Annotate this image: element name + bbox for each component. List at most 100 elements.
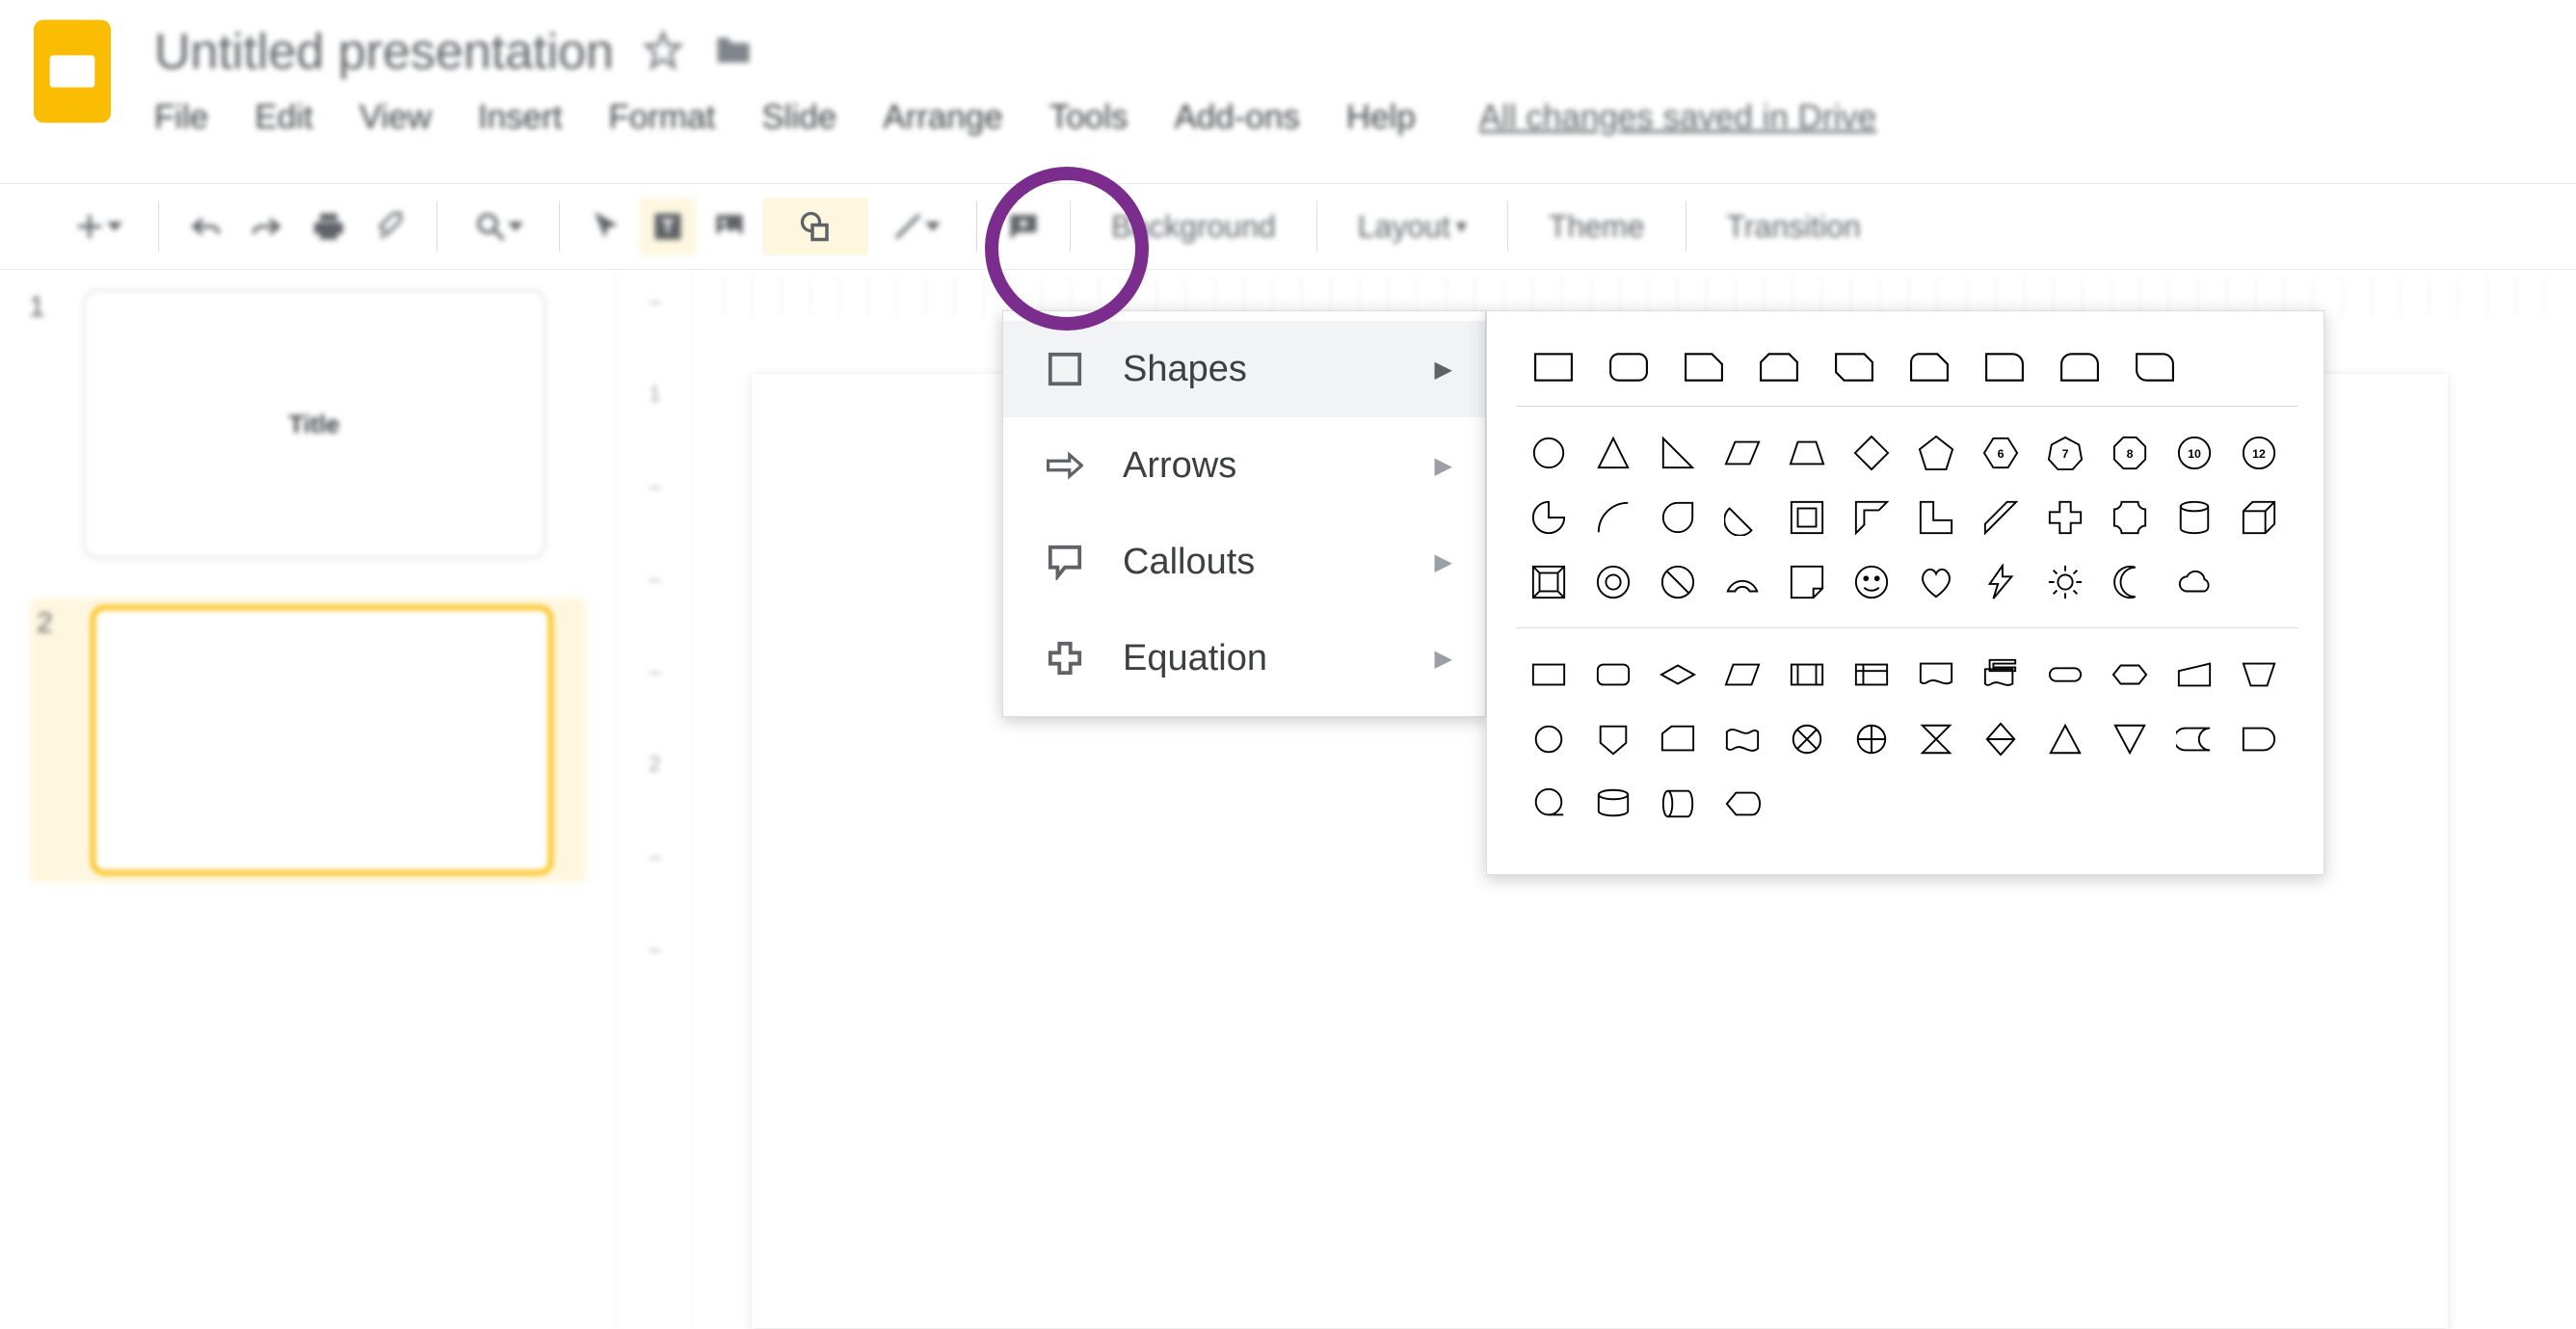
transition-button[interactable]: Transition [1704,198,1884,255]
shape-heart[interactable] [1903,549,1968,614]
shape-right-triangle[interactable] [1645,420,1710,485]
shape-menu-callouts[interactable]: Callouts ▶ [1003,514,1485,610]
drive-saved-status[interactable]: All changes saved in Drive [1479,98,1876,137]
shape-flow-merge[interactable] [2097,706,2162,771]
shape-flow-punched-tape[interactable] [1710,706,1774,771]
shape-flow-manual-input[interactable] [2162,642,2226,706]
star-icon[interactable] [643,30,683,75]
shape-flow-internal-storage[interactable] [1839,642,1903,706]
slide-panel[interactable]: 1 Title 2 [0,270,617,1329]
shape-flow-direct-access[interactable] [1645,771,1710,836]
shape-decagon[interactable]: 10 [2162,420,2226,485]
background-button[interactable]: Background [1088,198,1299,255]
new-slide-button[interactable] [54,198,141,255]
menu-format[interactable]: Format [609,98,716,137]
shape-pie[interactable] [1516,485,1580,549]
shape-flow-data[interactable] [1710,642,1774,706]
print-button[interactable] [300,198,358,255]
redo-button[interactable] [238,198,296,255]
shape-hexagon[interactable]: 6 [1968,420,2032,485]
shape-flow-manual-operation[interactable] [2226,642,2291,706]
shape-donut[interactable] [1580,549,1645,614]
shape-round-diag-corner[interactable] [2117,342,2192,392]
shape-snip-same-side[interactable] [1741,342,1817,392]
shape-oval[interactable] [1516,420,1580,485]
menu-tools[interactable]: Tools [1049,98,1129,137]
menu-edit[interactable]: Edit [254,98,312,137]
shape-no-symbol[interactable] [1645,549,1710,614]
shape-half-frame[interactable] [1839,485,1903,549]
undo-button[interactable] [176,198,234,255]
shape-flow-document[interactable] [1903,642,1968,706]
slide-thumbnail-2[interactable]: 2 [29,598,587,883]
menu-insert[interactable]: Insert [478,98,563,137]
shape-flow-display[interactable] [1710,771,1774,836]
layout-button[interactable]: Layout▾ [1335,198,1490,255]
shape-flow-predef-process[interactable] [1774,642,1839,706]
shape-snip-single-corner[interactable] [1666,342,1741,392]
shape-round-rectangle[interactable] [1591,342,1666,392]
paint-format-button[interactable] [361,198,419,255]
theme-button[interactable]: Theme [1526,198,1668,255]
shape-block-arc[interactable] [1710,549,1774,614]
shape-flow-card[interactable] [1645,706,1710,771]
shape-flow-alt-process[interactable] [1580,642,1645,706]
text-box-button[interactable] [639,198,697,255]
shape-can[interactable] [2162,485,2226,549]
shape-menu-equation[interactable]: Equation ▶ [1003,610,1485,706]
folder-icon[interactable] [712,29,755,76]
menu-addons[interactable]: Add-ons [1174,98,1299,137]
shape-plaque[interactable] [2097,485,2162,549]
shape-flow-stored-data[interactable] [2162,706,2226,771]
shape-moon[interactable] [2097,549,2162,614]
shape-menu-shapes[interactable]: Shapes ▶ [1003,321,1485,417]
shape-flow-or[interactable] [1839,706,1903,771]
menu-view[interactable]: View [359,98,432,137]
shape-flow-connector[interactable] [1516,706,1580,771]
shape-heptagon[interactable]: 7 [2032,420,2097,485]
shape-flow-multidocument[interactable] [1968,642,2032,706]
shape-cube[interactable] [2226,485,2291,549]
shape-plus[interactable] [2032,485,2097,549]
shape-frame[interactable] [1774,485,1839,549]
shape-pentagon[interactable] [1903,420,1968,485]
document-title[interactable]: Untitled presentation [154,23,614,81]
shape-teardrop[interactable] [1645,485,1710,549]
shape-rectangle[interactable] [1516,342,1591,392]
zoom-button[interactable] [455,198,542,255]
shape-menu-arrows[interactable]: Arrows ▶ [1003,417,1485,514]
insert-comment-button[interactable] [995,198,1052,255]
shape-bevel[interactable] [1516,549,1580,614]
slide-thumbnail-1[interactable]: 1 Title [29,289,587,559]
menu-slide[interactable]: Slide [761,98,837,137]
shape-arc[interactable] [1580,485,1645,549]
shape-round-single-corner[interactable] [1967,342,2042,392]
shape-parallelogram[interactable] [1710,420,1774,485]
shape-snip-diag-corner[interactable] [1817,342,1892,392]
insert-image-button[interactable] [701,198,758,255]
shape-chord[interactable] [1710,485,1774,549]
shape-flow-collate[interactable] [1903,706,1968,771]
shape-flow-terminator[interactable] [2032,642,2097,706]
shape-l-shape[interactable] [1903,485,1968,549]
shape-octagon[interactable]: 8 [2097,420,2162,485]
shape-flow-delay[interactable] [2226,706,2291,771]
shape-flow-summing-junction[interactable] [1774,706,1839,771]
shape-flow-offpage[interactable] [1580,706,1645,771]
shape-flow-seq-access[interactable] [1516,771,1580,836]
shape-trapezoid[interactable] [1774,420,1839,485]
shape-sun[interactable] [2032,549,2097,614]
shape-flow-decision[interactable] [1645,642,1710,706]
insert-line-button[interactable] [872,198,959,255]
menu-help[interactable]: Help [1346,98,1416,137]
insert-shape-button[interactable] [762,198,868,255]
shape-snip-round-single[interactable] [1892,342,1967,392]
shape-folded-corner[interactable] [1774,549,1839,614]
shape-cloud[interactable] [2162,549,2226,614]
slides-app-icon[interactable] [29,13,116,129]
select-tool-button[interactable] [577,198,635,255]
shape-flow-magnetic-disk[interactable] [1580,771,1645,836]
shape-lightning[interactable] [1968,549,2032,614]
shape-round-same-side[interactable] [2042,342,2117,392]
shape-triangle[interactable] [1580,420,1645,485]
